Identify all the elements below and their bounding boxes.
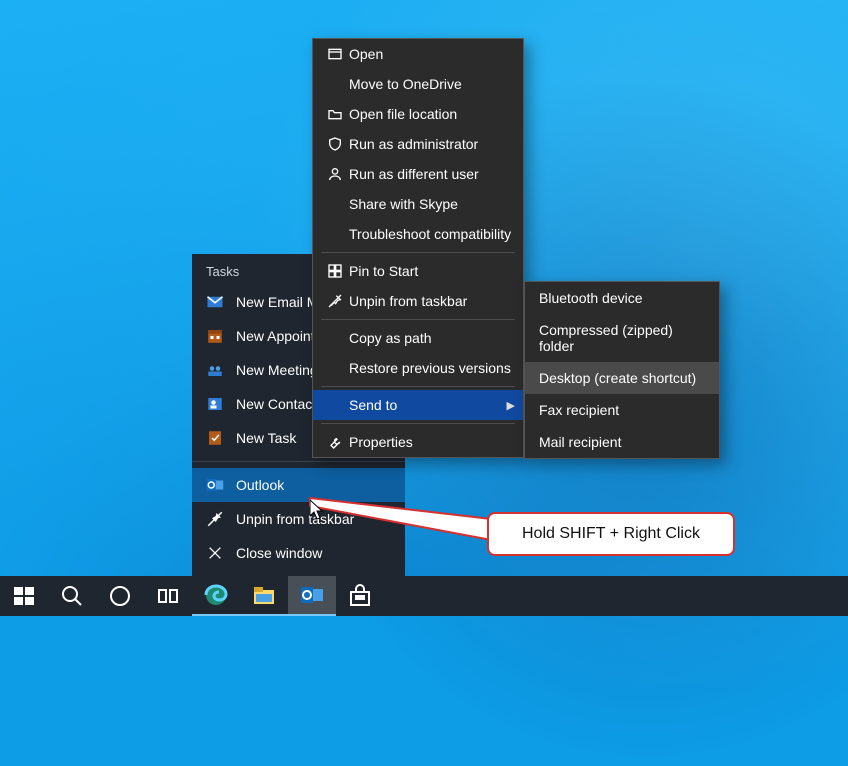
context-submenu-send-to: Bluetooth device Compressed (zipped) fol…	[524, 281, 720, 459]
search-icon	[60, 584, 84, 608]
jump-app-outlook[interactable]: Outlook	[192, 468, 405, 502]
chevron-right-icon: ▶	[501, 399, 515, 412]
meeting-icon	[206, 361, 224, 379]
jump-task-label: New Contact	[236, 396, 316, 412]
sub-label: Compressed (zipped) folder	[539, 322, 673, 354]
ctx-move-onedrive[interactable]: Move to OneDrive	[313, 69, 523, 99]
jump-task-label: New Meeting	[236, 362, 318, 378]
ctx-label: Properties	[349, 434, 515, 450]
ctx-label: Open	[349, 46, 515, 62]
cursor-icon	[310, 500, 326, 520]
divider	[321, 319, 515, 320]
calendar-icon	[206, 327, 224, 345]
outlook-icon	[206, 476, 224, 494]
ctx-label: Copy as path	[349, 330, 515, 346]
sub-bluetooth[interactable]: Bluetooth device	[525, 282, 719, 314]
sub-label: Desktop (create shortcut)	[539, 370, 696, 386]
ctx-label: Restore previous versions	[349, 360, 515, 376]
cortana-button[interactable]	[96, 576, 144, 616]
taskbar-outlook[interactable]	[288, 576, 336, 616]
sub-fax[interactable]: Fax recipient	[525, 394, 719, 426]
divider	[321, 252, 515, 253]
contact-icon	[206, 395, 224, 413]
sub-label: Bluetooth device	[539, 290, 643, 306]
start-button[interactable]	[0, 576, 48, 616]
context-menu: Open Move to OneDrive Open file location…	[312, 38, 524, 458]
ctx-run-admin[interactable]: Run as administrator	[313, 129, 523, 159]
ctx-send-to[interactable]: Send to ▶	[313, 390, 523, 420]
mail-icon	[206, 293, 224, 311]
taskbar	[0, 576, 848, 616]
sub-mail[interactable]: Mail recipient	[525, 426, 719, 458]
jump-action-close[interactable]: Close window	[192, 536, 405, 570]
open-icon	[321, 46, 349, 62]
taskbar-edge[interactable]	[192, 576, 240, 616]
ctx-open-file-location[interactable]: Open file location	[313, 99, 523, 129]
shield-icon	[321, 136, 349, 152]
ctx-pin-start[interactable]: Pin to Start	[313, 256, 523, 286]
ctx-label: Open file location	[349, 106, 515, 122]
task-icon	[206, 429, 224, 447]
ctx-label: Run as administrator	[349, 136, 515, 152]
ctx-label: Pin to Start	[349, 263, 515, 279]
unpin-icon	[321, 293, 349, 309]
outlook-icon	[300, 583, 324, 607]
ctx-label: Share with Skype	[349, 196, 515, 212]
ctx-run-different-user[interactable]: Run as different user	[313, 159, 523, 189]
jump-action-unpin[interactable]: Unpin from taskbar	[192, 502, 405, 536]
sub-desktop-shortcut[interactable]: Desktop (create shortcut)	[525, 362, 719, 394]
ctx-label: Unpin from taskbar	[349, 293, 515, 309]
file-explorer-icon	[252, 583, 276, 607]
taskview-icon	[156, 584, 180, 608]
user-icon	[321, 166, 349, 182]
pin-icon	[321, 263, 349, 279]
task-view-button[interactable]	[144, 576, 192, 616]
jump-task-label: New Task	[236, 430, 296, 446]
ctx-unpin-taskbar[interactable]: Unpin from taskbar	[313, 286, 523, 316]
close-icon	[206, 544, 224, 562]
jump-action-label: Close window	[236, 545, 322, 561]
folder-open-icon	[321, 106, 349, 122]
ctx-open[interactable]: Open	[313, 39, 523, 69]
store-icon	[348, 584, 372, 608]
ctx-restore-previous[interactable]: Restore previous versions	[313, 353, 523, 383]
wrench-icon	[321, 434, 349, 450]
sub-label: Mail recipient	[539, 434, 621, 450]
ctx-copy-as-path[interactable]: Copy as path	[313, 323, 523, 353]
ctx-label: Move to OneDrive	[349, 76, 515, 92]
ctx-properties[interactable]: Properties	[313, 427, 523, 457]
sub-compressed[interactable]: Compressed (zipped) folder	[525, 314, 719, 362]
unpin-icon	[206, 510, 224, 528]
ctx-share-skype[interactable]: Share with Skype	[313, 189, 523, 219]
windows-icon	[12, 584, 36, 608]
cortana-icon	[108, 584, 132, 608]
ctx-label: Send to	[349, 397, 501, 413]
ctx-label: Troubleshoot compatibility	[349, 226, 515, 242]
jump-app-label: Outlook	[236, 477, 284, 493]
edge-icon	[204, 583, 228, 607]
ctx-label: Run as different user	[349, 166, 515, 182]
search-button[interactable]	[48, 576, 96, 616]
divider	[192, 461, 405, 462]
sub-label: Fax recipient	[539, 402, 619, 418]
taskbar-store[interactable]	[336, 576, 384, 616]
ctx-troubleshoot[interactable]: Troubleshoot compatibility	[313, 219, 523, 249]
divider	[321, 423, 515, 424]
jump-action-label: Unpin from taskbar	[236, 511, 354, 527]
taskbar-file-explorer[interactable]	[240, 576, 288, 616]
divider	[321, 386, 515, 387]
